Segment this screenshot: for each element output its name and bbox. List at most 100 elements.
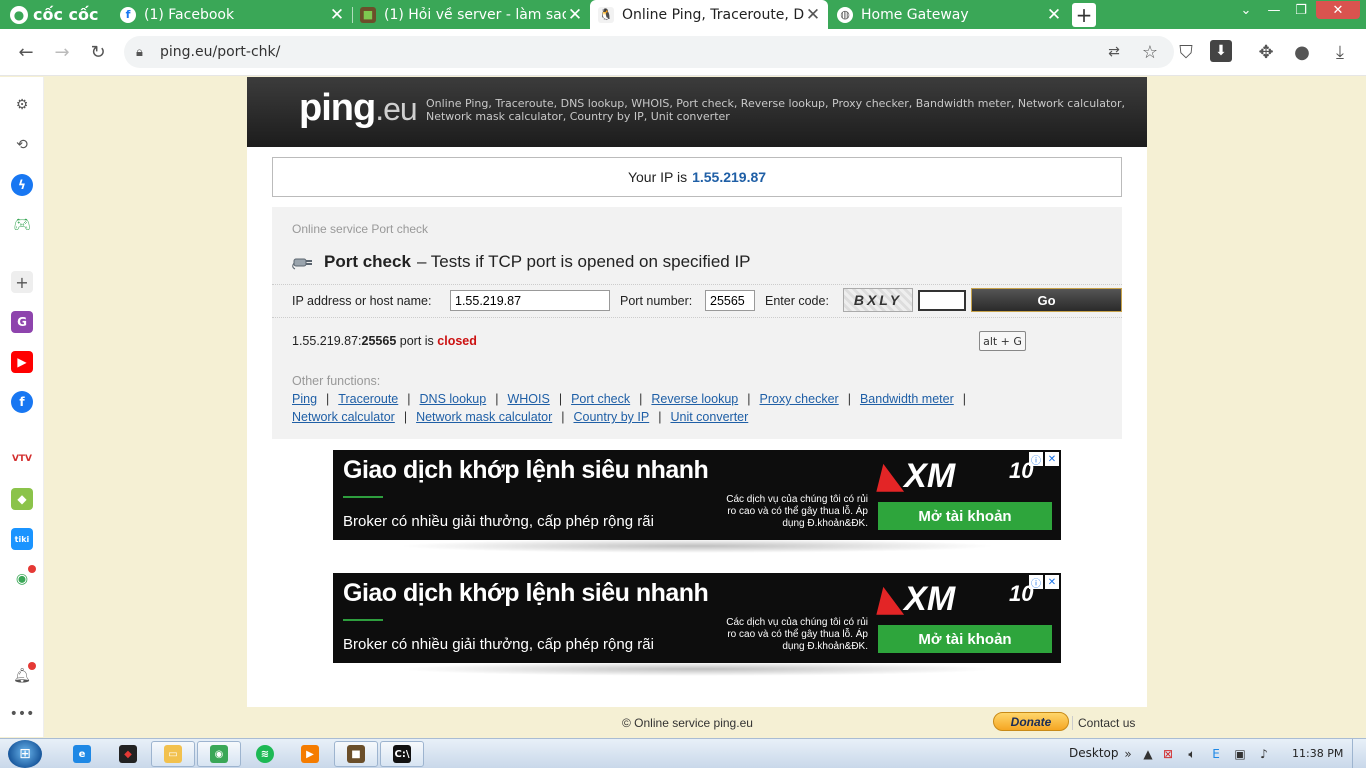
display-icon[interactable]: ▣	[1232, 746, 1248, 762]
command-prompt-icon[interactable]: C:\	[380, 741, 424, 767]
gamepad-icon[interactable]: 🎮︎	[11, 214, 33, 236]
tab-home-gateway[interactable]: ◍ Home Gateway ✕	[829, 0, 1069, 29]
link-bandwidth-meter[interactable]: Bandwidth meter	[860, 392, 954, 406]
link-unit-converter[interactable]: Unit converter	[670, 410, 748, 424]
ip-address-input[interactable]	[450, 290, 610, 311]
tray-expand-icon[interactable]: ▲	[1140, 746, 1156, 762]
spotify-icon[interactable]: ≋	[243, 741, 287, 767]
reload-icon[interactable]: ↻	[86, 40, 110, 64]
youtube-icon[interactable]: ▶	[11, 351, 33, 373]
speaker-icon[interactable]: ♪	[1256, 746, 1272, 762]
captcha-image: BXLY	[843, 288, 913, 312]
facebook-icon[interactable]: f	[11, 391, 33, 413]
show-desktop-button[interactable]	[1352, 739, 1366, 768]
lock-icon[interactable]: 🔒︎	[136, 45, 150, 60]
tiki-icon[interactable]: tiki	[11, 528, 33, 550]
ad-choices[interactable]: ⓘ ✕	[1029, 575, 1059, 590]
link-dns-lookup[interactable]: DNS lookup	[420, 392, 487, 406]
window-close-button[interactable]: ✕	[1316, 1, 1360, 19]
translate-icon[interactable]: ⇄	[1102, 40, 1126, 64]
vtv-go-icon[interactable]: VTV	[11, 448, 33, 470]
system-clock[interactable]: 11:38 PM	[1292, 747, 1343, 760]
garena-icon[interactable]: ◆	[106, 741, 150, 767]
desktop-toolbar-label[interactable]: Desktop	[1069, 746, 1119, 760]
minimize-button[interactable]: —	[1262, 1, 1286, 19]
coccoc-map-icon[interactable]: ◉	[11, 565, 36, 590]
minecraft-taskbar-icon[interactable]: ■	[334, 741, 378, 767]
link-port-check[interactable]: Port check	[571, 392, 630, 406]
restore-button[interactable]: ❐	[1289, 1, 1313, 19]
close-icon[interactable]: ✕	[804, 5, 822, 25]
ad-divider	[343, 496, 383, 498]
ad-subline: Broker có nhiều giải thưởng, cấp phép rộ…	[343, 636, 654, 653]
media-player-icon[interactable]: ▶	[288, 741, 332, 767]
more-dots-icon[interactable]: •••	[10, 703, 35, 725]
download-arrow-icon[interactable]: ⤓	[1328, 40, 1352, 64]
unikey-icon[interactable]: E	[1208, 746, 1224, 762]
ad-disclaimer: Các dịch vụ của chúng tôi có rủi ro cao …	[726, 494, 868, 529]
captcha-code-input[interactable]	[918, 290, 966, 311]
shield-icon[interactable]: ⛉	[1174, 40, 1198, 64]
coccoc-taskbar-icon[interactable]: ◉	[197, 741, 241, 767]
shortcut-hint-badge: alt + G	[979, 331, 1026, 351]
open-account-button[interactable]: Mở tài khoản	[878, 502, 1052, 530]
contact-us-link[interactable]: Contact us	[1072, 716, 1135, 730]
volume-muted-icon[interactable]: 🔈︎	[1184, 746, 1200, 762]
link-traceroute[interactable]: Traceroute	[338, 392, 398, 406]
link-whois[interactable]: WHOIS	[507, 392, 549, 406]
open-account-button[interactable]: Mở tài khoản	[878, 625, 1052, 653]
bookmark-star-icon[interactable]: ☆	[1138, 40, 1162, 64]
file-explorer-icon[interactable]: ▭	[151, 741, 195, 767]
game-app-icon[interactable]: ◆	[11, 488, 33, 510]
ad-info-icon[interactable]: ⓘ	[1029, 452, 1043, 467]
chevron-right-icon[interactable]: »	[1120, 746, 1136, 762]
ping-eu-logo[interactable]: ping.eu	[299, 87, 418, 130]
url-text[interactable]: ping.eu/port-chk/	[160, 44, 280, 60]
tab-search-icon[interactable]: ⌄	[1236, 1, 1256, 19]
ie-icon[interactable]: e	[60, 741, 104, 767]
download-manager-icon[interactable]: ⬇	[1210, 40, 1232, 62]
link-proxy-checker[interactable]: Proxy checker	[760, 392, 839, 406]
link-ping[interactable]: Ping	[292, 392, 317, 406]
notification-bell-icon[interactable]: 🔔︎	[11, 662, 36, 687]
ad-close-icon[interactable]: ✕	[1045, 452, 1059, 466]
add-sidebar-item-icon[interactable]: +	[11, 271, 33, 293]
link-reverse-lookup[interactable]: Reverse lookup	[651, 392, 738, 406]
link-network-calculator[interactable]: Network calculator	[292, 410, 395, 424]
result-host: 1.55.219.87:	[292, 334, 362, 348]
your-ip-label: Your IP is	[627, 169, 688, 185]
coccoc-menu-button[interactable]: ● cốc cốc	[0, 0, 110, 29]
start-button[interactable]: ⊞	[8, 740, 42, 768]
link-network-mask-calculator[interactable]: Network mask calculator	[416, 410, 552, 424]
go-button[interactable]: Go	[971, 288, 1122, 312]
link-country-by-ip[interactable]: Country by IP	[573, 410, 649, 424]
close-icon[interactable]: ✕	[328, 5, 346, 25]
tab-facebook[interactable]: f (1) Facebook ✕	[112, 0, 352, 29]
xm-ad-banner[interactable]: Giao dịch khớp lệnh siêu nhanh Broker có…	[333, 450, 1061, 540]
close-icon[interactable]: ✕	[1045, 5, 1063, 25]
close-icon[interactable]: ✕	[566, 5, 584, 25]
xm-ad-banner[interactable]: Giao dịch khớp lệnh siêu nhanh Broker có…	[333, 573, 1061, 663]
messenger-icon[interactable]: ϟ	[11, 174, 33, 196]
port-check-result: 1.55.219.87:25565 port is closed	[292, 334, 477, 348]
history-icon[interactable]: ⟲	[11, 134, 33, 156]
back-arrow-icon[interactable]: ←	[14, 40, 38, 64]
ad-choices[interactable]: ⓘ ✕	[1029, 452, 1059, 467]
your-ip-value: 1.55.219.87	[692, 169, 767, 185]
profile-avatar-icon[interactable]: ●	[1290, 40, 1314, 64]
g-app-icon[interactable]: G	[11, 311, 33, 333]
settings-gear-icon[interactable]: ⚙	[11, 94, 33, 116]
network-error-icon[interactable]: ⊠	[1160, 746, 1176, 762]
tab-server-question[interactable]: ■ (1) Hỏi về server - làm sao để ✕	[352, 0, 590, 29]
tab-ping-eu[interactable]: 🐧 Online Ping, Traceroute, DNS ✕	[590, 0, 828, 29]
ad-close-icon[interactable]: ✕	[1045, 575, 1059, 589]
forward-arrow-icon[interactable]: →	[50, 40, 74, 64]
result-status: closed	[437, 334, 477, 348]
address-bar[interactable]: 🔒︎ ping.eu/port-chk/	[124, 36, 1174, 68]
ad-info-icon[interactable]: ⓘ	[1029, 575, 1043, 590]
donate-button[interactable]: Donate	[993, 712, 1069, 731]
new-tab-button[interactable]: +	[1072, 3, 1096, 27]
xm-logo: ◣XM	[878, 456, 955, 496]
port-number-input[interactable]	[705, 290, 755, 311]
extensions-puzzle-icon[interactable]: ✥	[1254, 40, 1278, 64]
